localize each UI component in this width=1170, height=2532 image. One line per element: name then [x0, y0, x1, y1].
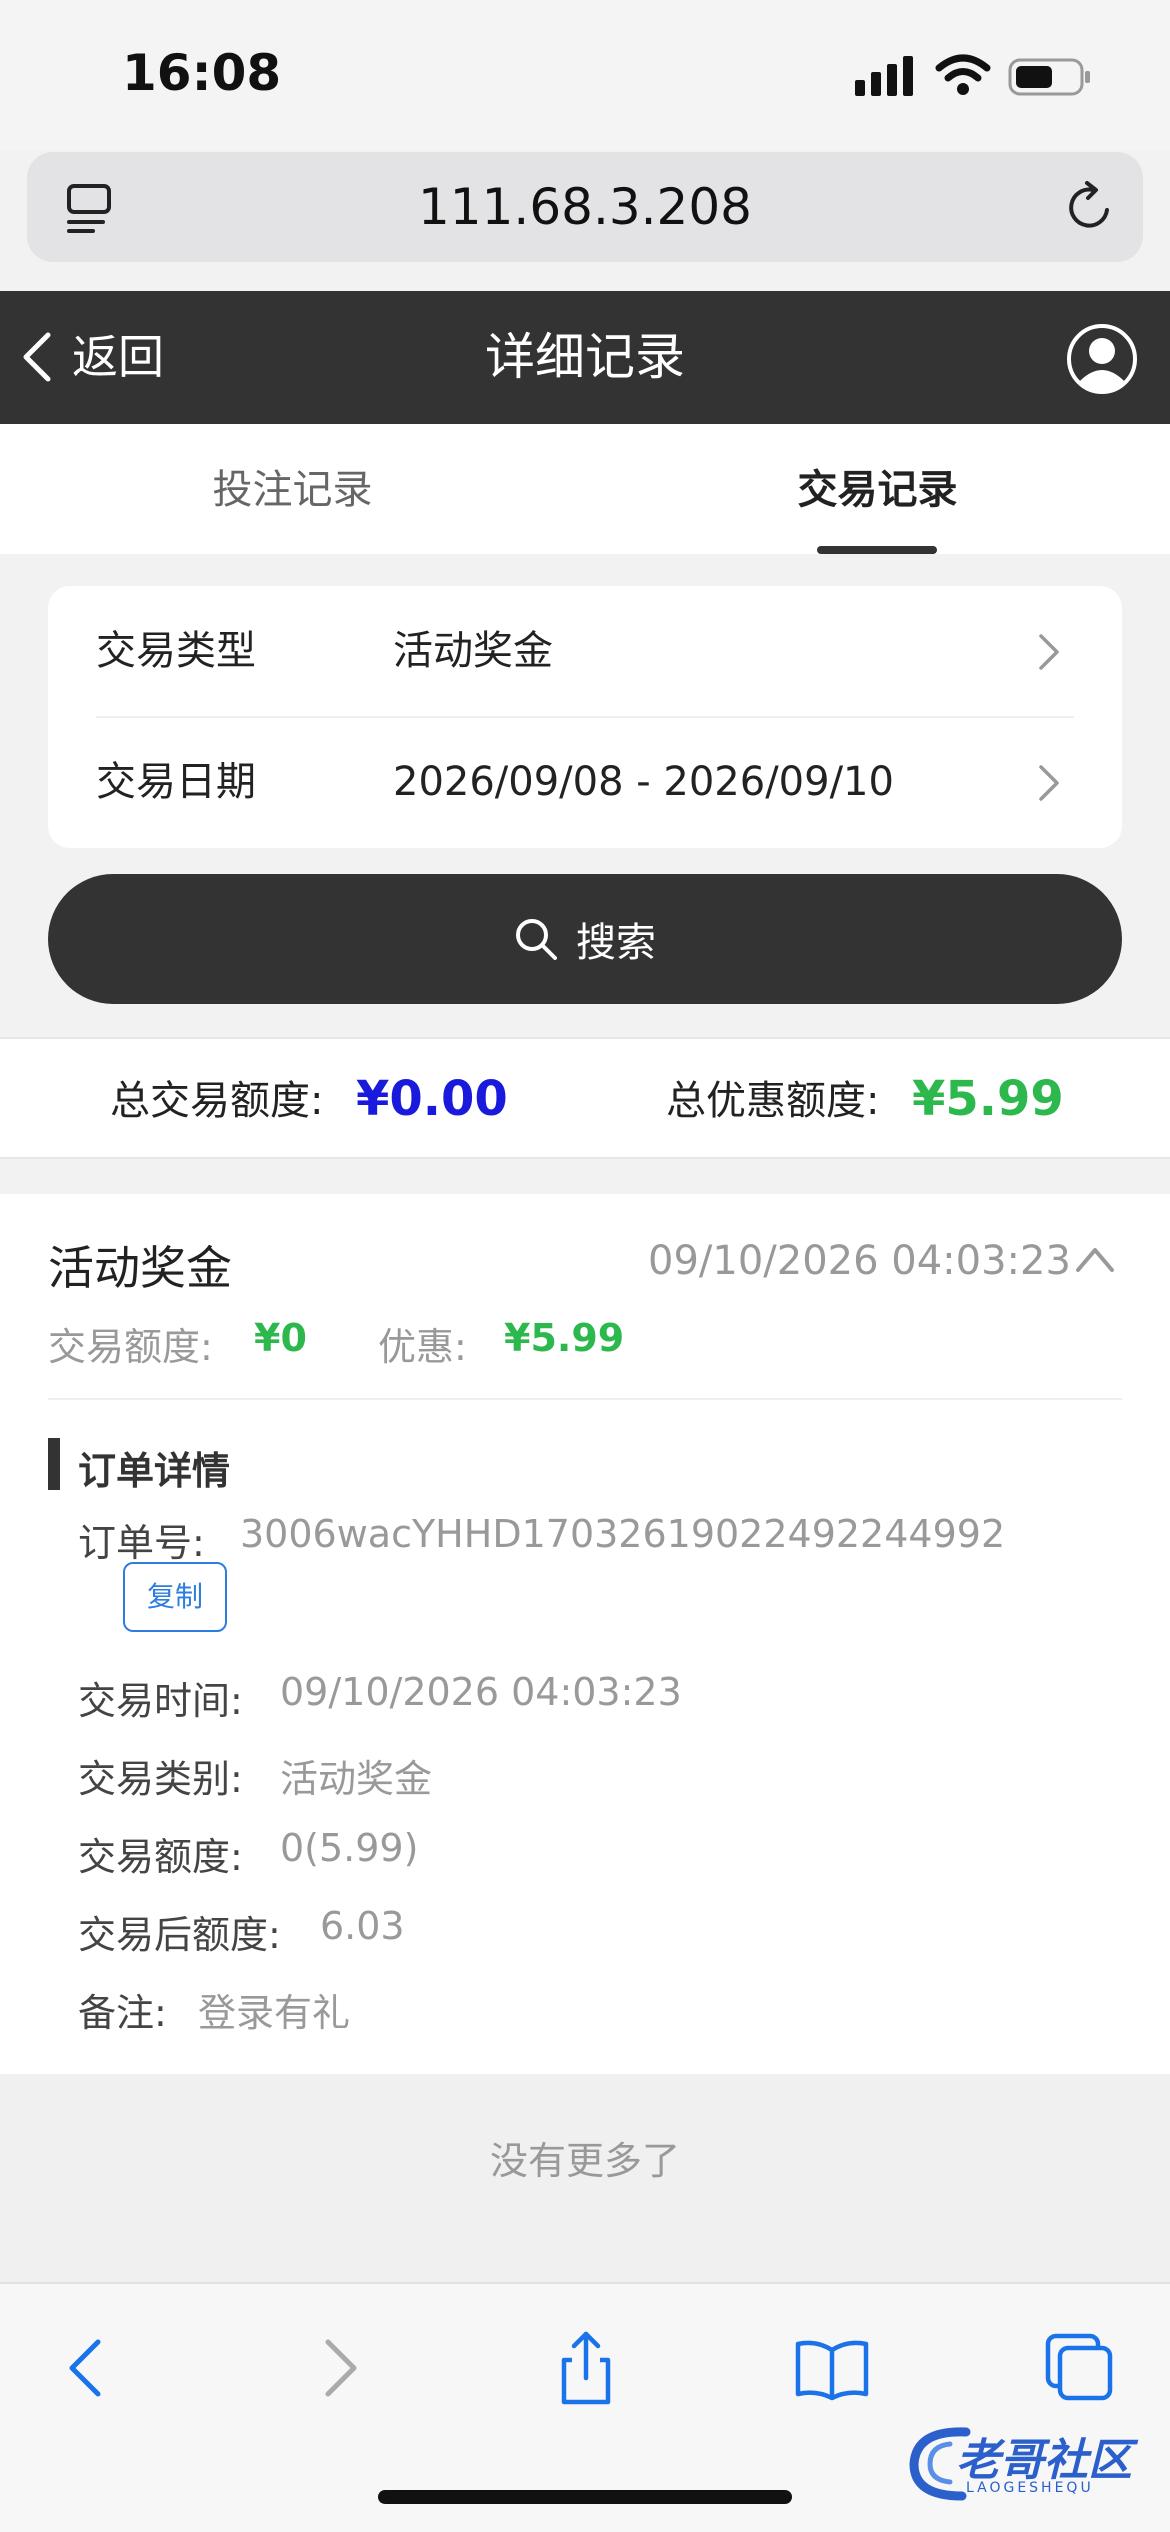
record-discount-label: 优惠: [378, 1325, 467, 1369]
url-text[interactable]: 111.68.3.208 [27, 152, 1143, 262]
tabs-icon[interactable] [1038, 2328, 1118, 2408]
filter-value: 2026/09/08 - 2026/09/10 [393, 759, 894, 805]
battery-icon [1008, 58, 1090, 96]
tab-bet-records[interactable]: 投注记录 [0, 424, 585, 554]
filter-row-type[interactable]: 交易类型 活动奖金 [48, 586, 1122, 718]
cellular-signal-icon [855, 56, 913, 96]
no-more-text: 没有更多了 [489, 2139, 680, 2183]
page-title: 详细记录 [485, 328, 685, 386]
total-trade-label: 总交易额度: [110, 1078, 324, 1124]
reload-icon[interactable] [1063, 180, 1117, 234]
active-tab-indicator [817, 546, 937, 554]
filter-label: 交易类型 [96, 628, 256, 674]
search-button-content: 搜索 [48, 874, 1122, 1004]
detail-label: 交易类别: [78, 1757, 243, 1801]
detail-label: 交易后额度: [78, 1913, 281, 1957]
detail-value: 09/10/2026 04:03:23 [280, 1670, 682, 1714]
tab-trade-records[interactable]: 交易记录 [585, 424, 1170, 554]
detail-label: 备注: [78, 1991, 167, 2035]
status-time: 16:08 [122, 44, 282, 102]
order-detail-title: 订单详情 [78, 1449, 231, 1493]
detail-value: 活动奖金 [280, 1757, 433, 1801]
bookmarks-icon[interactable] [792, 2328, 872, 2408]
total-discount-label: 总优惠额度: [666, 1078, 880, 1124]
detail-label: 交易额度: [78, 1835, 243, 1879]
detail-value: 6.03 [320, 1904, 405, 1948]
status-bar: 16:08 [0, 0, 1170, 150]
order-number-label: 订单号: [78, 1521, 205, 1565]
app-header: 返回 详细记录 [0, 291, 1170, 424]
record-title: 活动奖金 [48, 1241, 232, 1295]
list-end: 没有更多了 [0, 2074, 1170, 2284]
order-number-value: 3006wacYHHD17032619022492244992 [240, 1512, 1006, 1556]
detail-value: 0(5.99) [280, 1826, 419, 1870]
watermark-logo: 老哥社区 LAOGESHEQU [906, 2420, 1156, 2506]
filter-label: 交易日期 [96, 759, 256, 805]
filter-row-date[interactable]: 交易日期 2026/09/08 - 2026/09/10 [48, 717, 1122, 848]
record-discount-value: ¥5.99 [504, 1316, 625, 1360]
totals-bar: 总交易额度: ¥0.00 总优惠额度: ¥5.99 [0, 1037, 1170, 1159]
total-discount-value: ¥5.99 [912, 1071, 1064, 1127]
divider [48, 1398, 1122, 1400]
search-button[interactable]: 搜索 [48, 874, 1122, 1004]
tab-bar: 投注记录 交易记录 [0, 424, 1170, 554]
watermark-subtext: LAOGESHEQU [966, 2480, 1094, 2496]
watermark-text: 老哥社区 [956, 2435, 1132, 2486]
section-marker [48, 1438, 60, 1490]
browser-forward-icon[interactable] [298, 2328, 378, 2408]
record-time: 09/10/2026 04:03:23 [648, 1238, 1071, 1284]
filter-card: 交易类型 活动奖金 交易日期 2026/09/08 - 2026/09/10 [48, 586, 1122, 848]
search-icon [516, 919, 557, 960]
home-indicator[interactable] [378, 2490, 792, 2504]
trade-record-card: 活动奖金 09/10/2026 04:03:23 交易额度: ¥0 优惠: ¥5… [0, 1194, 1170, 2074]
share-icon[interactable] [546, 2328, 626, 2408]
chevron-right-icon [1039, 634, 1059, 670]
address-bar[interactable]: 111.68.3.208 [27, 152, 1143, 262]
user-avatar-icon[interactable] [1066, 323, 1138, 395]
search-label: 搜索 [576, 920, 656, 966]
total-trade-value: ¥0.00 [356, 1071, 508, 1127]
chevron-up-icon[interactable] [1074, 1244, 1116, 1274]
record-amount-value: ¥0 [254, 1316, 307, 1360]
wifi-icon [935, 54, 991, 95]
record-amount-label: 交易额度: [48, 1325, 213, 1369]
browser-back-icon[interactable] [48, 2328, 128, 2408]
detail-value: 登录有礼 [198, 1991, 351, 2035]
filter-value: 活动奖金 [393, 628, 553, 674]
copy-button[interactable]: 复制 [123, 1562, 227, 1632]
chevron-right-icon [1039, 765, 1059, 801]
detail-label: 交易时间: [78, 1679, 243, 1723]
